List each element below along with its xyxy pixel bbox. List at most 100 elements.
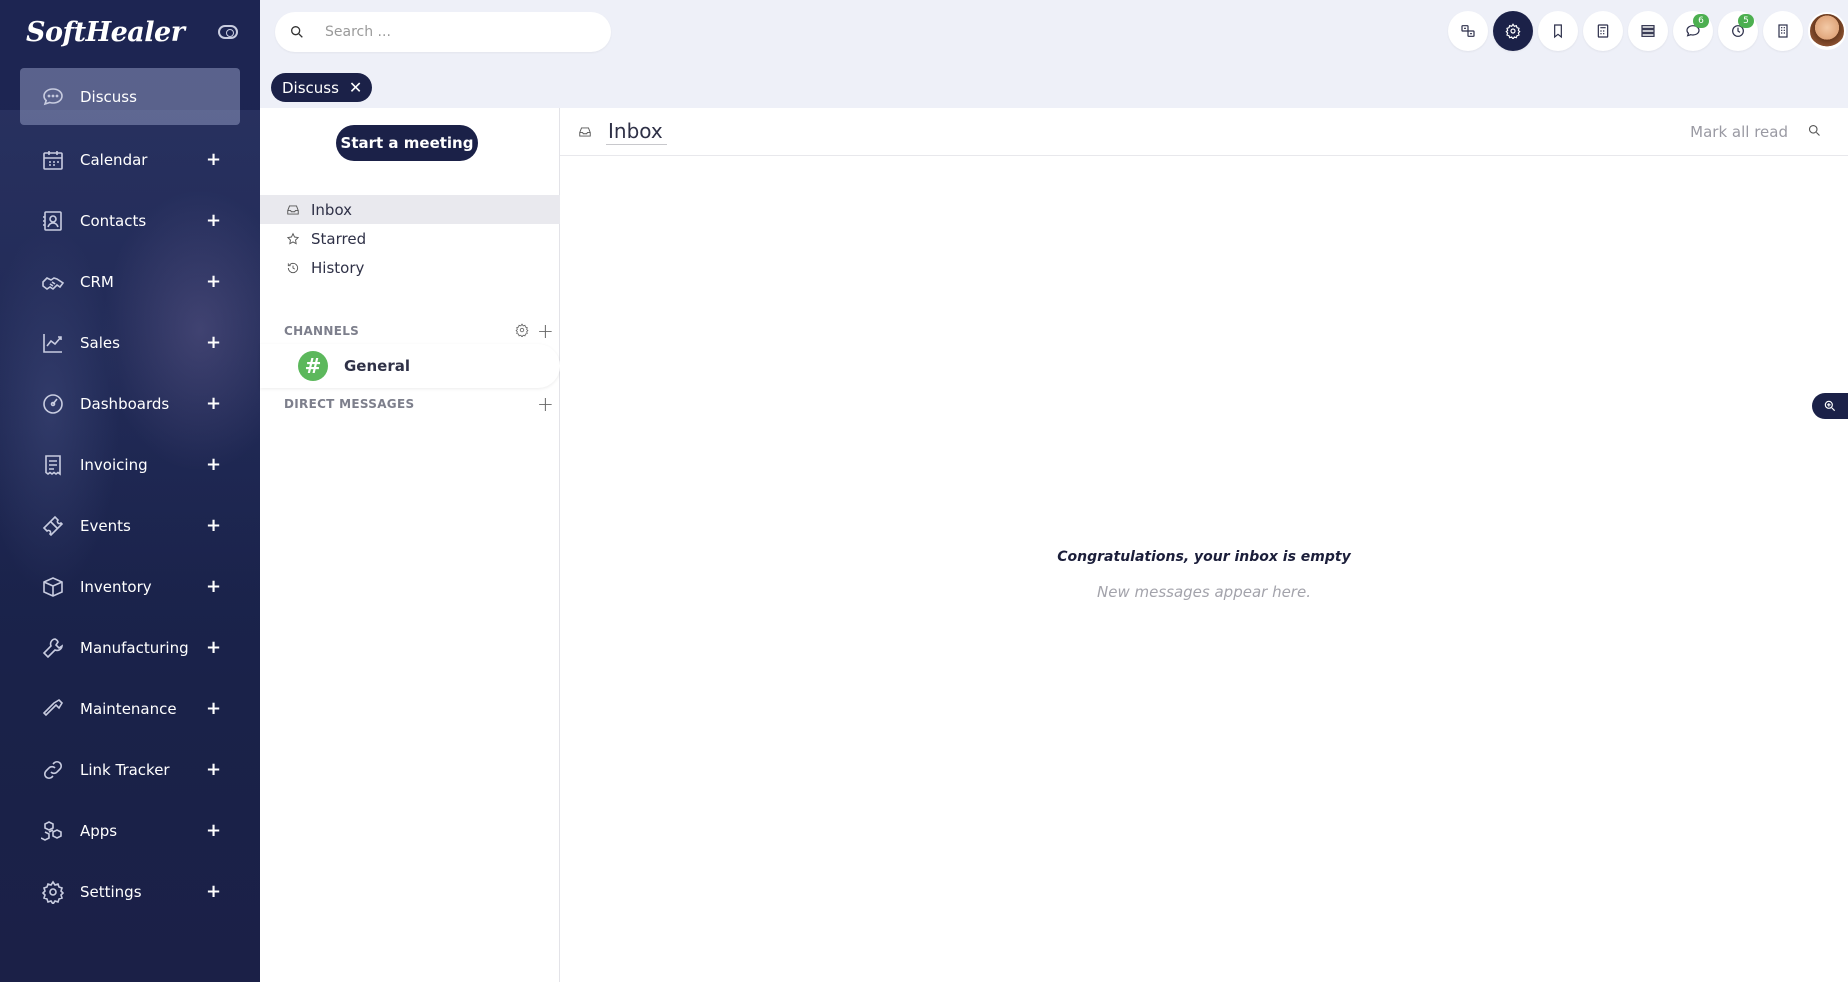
sidebar-item-label: Invoicing [80,455,148,474]
add-direct-message-button[interactable]: + [537,394,554,414]
sidebar-item-maintenance[interactable]: Maintenance + [0,678,260,739]
expand-plus-icon[interactable]: + [206,698,221,719]
sidebar-item-manufacturing[interactable]: Manufacturing + [0,617,260,678]
messages-button[interactable]: 6 [1673,11,1713,51]
history-icon [287,262,299,273]
expand-plus-icon[interactable]: + [206,393,221,414]
gear-icon [1505,23,1521,39]
search-input[interactable] [325,24,585,40]
sidebar-item-dashboards[interactable]: Dashboards + [0,373,260,434]
sidebar-item-label: Apps [80,821,118,840]
direct-messages-header: DIRECT MESSAGES + [284,394,554,414]
sidebar-item-crm[interactable]: CRM + [0,251,260,312]
search-icon [291,25,303,38]
chart-line-icon [40,330,66,356]
sidebar-item-label: Link Tracker [80,760,170,779]
channel-hash-icon: # [298,351,328,381]
messages-badge: 6 [1693,14,1709,28]
calculator-button[interactable] [1583,11,1623,51]
sidebar-item-settings[interactable]: Settings + [0,861,260,922]
sidebar-item-events[interactable]: Events + [0,495,260,556]
inbox-header: Inbox Mark all read [560,108,1848,156]
user-avatar[interactable] [1808,12,1846,50]
mailbox-label: Starred [311,229,367,248]
star-icon [286,232,300,244]
mailbox-inbox[interactable]: Inbox [260,195,560,224]
sidebar-toggle-icon[interactable] [218,25,238,39]
expand-plus-icon[interactable]: + [206,637,221,658]
mailbox-history[interactable]: History [260,253,560,282]
channel-settings-button[interactable] [515,322,529,340]
sidebar-item-label: Manufacturing [80,638,189,657]
logo[interactable]: SoftHealer [26,17,185,48]
expand-plus-icon[interactable]: + [206,759,221,780]
start-meeting-button[interactable]: Start a meeting [336,125,478,161]
sidebar-item-label: Contacts [80,211,147,230]
close-icon[interactable]: ✕ [349,79,362,96]
sidebar-item-apps[interactable]: Apps + [0,800,260,861]
language-switch-button[interactable] [1448,11,1488,51]
contacts-icon [40,208,66,234]
inbox-panel: Inbox Mark all read Congratulations, you… [560,108,1848,982]
zoom-button[interactable] [1812,393,1848,419]
sidebar-item-inventory[interactable]: Inventory + [0,556,260,617]
sidebar-item-label: Calendar [80,150,148,169]
add-channel-button[interactable]: + [537,321,554,341]
channel-item-general[interactable]: # General [260,344,560,388]
company-switch-button[interactable] [1763,11,1803,51]
layout-button[interactable] [1628,11,1668,51]
activities-badge: 5 [1738,14,1754,28]
channels-header-label[interactable]: CHANNELS [284,324,359,338]
cubes-icon [40,818,66,844]
sidebar-item-discuss[interactable]: Discuss [20,68,240,125]
bookmark-button[interactable] [1538,11,1578,51]
channel-name: General [344,357,410,375]
hammer-icon [40,696,66,722]
inbox-search-button[interactable] [1807,123,1822,142]
settings-button[interactable] [1493,11,1533,51]
discuss-sidebar: Start a meeting Inbox Starred History CH… [260,108,560,982]
empty-state-subtitle: New messages appear here. [1097,583,1311,601]
expand-plus-icon[interactable]: + [206,515,221,536]
sidebar-item-label: Sales [80,333,120,352]
sidebar-item-label: CRM [80,272,114,291]
expand-plus-icon[interactable]: + [206,881,221,902]
page-title: Inbox [606,119,667,145]
mailbox-starred[interactable]: Starred [260,224,560,253]
breadcrumb-tag[interactable]: Discuss ✕ [271,73,373,102]
sidebar-item-label: Discuss [80,87,137,106]
expand-plus-icon[interactable]: + [206,149,221,170]
expand-plus-icon[interactable]: + [206,820,221,841]
mark-all-read-button[interactable]: Mark all read [1690,123,1788,141]
breadcrumb-label: Discuss [282,78,339,97]
direct-messages-actions: + [529,394,554,414]
sidebar-item-calendar[interactable]: Calendar + [0,129,260,190]
calculator-icon [1597,24,1609,38]
link-icon [40,757,66,783]
sidebar-item-label: Settings [80,882,142,901]
global-search[interactable] [275,12,611,52]
sidebar-item-contacts[interactable]: Contacts + [0,190,260,251]
app-sidebar: SoftHealer Discuss Calendar + Contacts + [0,0,260,982]
inbox-icon [579,126,591,137]
box-icon [40,574,66,600]
gear-icon [515,322,529,338]
direct-messages-header-label[interactable]: DIRECT MESSAGES [284,397,414,411]
expand-plus-icon[interactable]: + [206,210,221,231]
activities-button[interactable]: 5 [1718,11,1758,51]
sidebar-item-label: Maintenance [80,699,177,718]
sidebar-item-link-tracker[interactable]: Link Tracker + [0,739,260,800]
expand-plus-icon[interactable]: + [206,271,221,292]
expand-plus-icon[interactable]: + [206,576,221,597]
building-icon [1778,24,1788,38]
sidebar-item-sales[interactable]: Sales + [0,312,260,373]
sidebar-item-invoicing[interactable]: Invoicing + [0,434,260,495]
expand-plus-icon[interactable]: + [206,332,221,353]
sidebar-item-label: Dashboards [80,394,170,413]
sidebar-item-label: Inventory [80,577,152,596]
bookmark-icon [1554,24,1562,39]
expand-plus-icon[interactable]: + [206,454,221,475]
chat-icon [40,84,66,110]
wrench-icon [40,635,66,661]
mailbox-label: Inbox [311,200,353,219]
